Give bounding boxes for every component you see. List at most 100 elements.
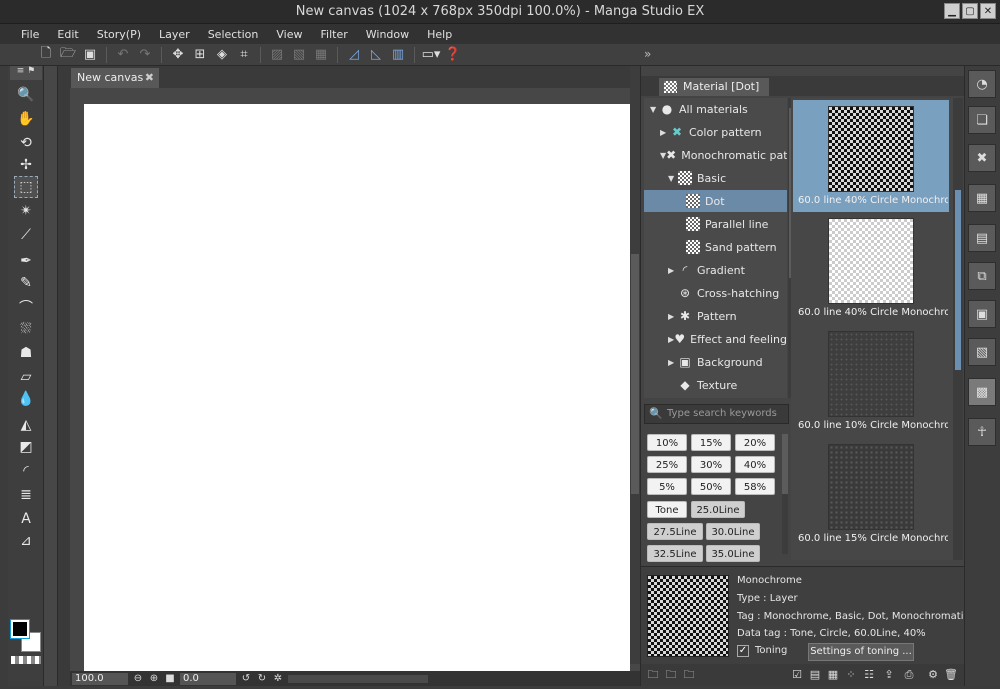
- settings-icon[interactable]: ⚙: [925, 667, 941, 683]
- tree-item-cross-hatching[interactable]: ⊛ Cross-hatching: [644, 282, 787, 304]
- new-icon[interactable]: 🗋: [36, 46, 56, 64]
- material-search-input[interactable]: Type search keywords: [644, 404, 789, 424]
- tag-button[interactable]: 25%: [647, 456, 687, 473]
- settings-of-toning-button[interactable]: Settings of toning ...: [808, 643, 914, 661]
- rotate-left-icon[interactable]: ↺: [240, 673, 252, 684]
- tag-button[interactable]: 25.0Line: [691, 501, 745, 518]
- list-view-icon[interactable]: ☷: [861, 667, 877, 683]
- frame-icon[interactable]: ≣: [14, 484, 38, 506]
- toning-checkbox[interactable]: ✓: [737, 645, 749, 657]
- hand-icon[interactable]: ✋: [14, 108, 38, 130]
- close-icon[interactable]: ✕: [980, 3, 996, 19]
- tag-button[interactable]: 35.0Line: [706, 545, 760, 562]
- canvas-vertical-scrollbar[interactable]: [630, 66, 640, 664]
- undo-icon[interactable]: ↶: [113, 46, 133, 64]
- tag-button[interactable]: 5%: [647, 478, 687, 495]
- material-item[interactable]: 60.0 line 15% Circle Monochrome: [793, 438, 949, 550]
- large-thumbnail-icon[interactable]: ▦: [825, 667, 841, 683]
- tag-button[interactable]: 15%: [691, 434, 731, 451]
- material-item[interactable]: 60.0 line 10% Circle Monochrome: [793, 325, 949, 437]
- register-material-icon[interactable]: ⇪: [881, 667, 897, 683]
- scrollbar-thumb[interactable]: [782, 434, 788, 494]
- menu-edit[interactable]: Edit: [48, 28, 87, 41]
- tag-button[interactable]: 27.5Line: [647, 523, 703, 540]
- blend-icon[interactable]: 💧: [14, 388, 38, 410]
- tree-item-monochromatic[interactable]: ▼ ✖ Monochromatic patte: [644, 144, 787, 166]
- pen-icon[interactable]: ✒: [14, 250, 38, 272]
- fit-icon[interactable]: ■: [164, 673, 176, 684]
- menu-filter[interactable]: Filter: [312, 28, 357, 41]
- folder-delete-icon[interactable]: 🗀: [681, 667, 697, 683]
- tag-button[interactable]: 20%: [735, 434, 775, 451]
- material-image-icon[interactable]: ▣: [968, 300, 996, 328]
- open-icon[interactable]: 🗁: [58, 46, 78, 64]
- angle-field[interactable]: 0.0: [180, 672, 236, 685]
- zoom-icon[interactable]: 🔍: [14, 84, 38, 106]
- material-item[interactable]: 60.0 line 40% Circle Monochrome: [793, 100, 949, 212]
- special-ruler-snap-icon[interactable]: ◺: [366, 46, 386, 64]
- gradient-icon[interactable]: ◩: [14, 436, 38, 458]
- scrollbar-thumb[interactable]: [955, 190, 961, 370]
- folder-add-icon[interactable]: 🗀: [663, 667, 679, 683]
- zoom-in-icon[interactable]: ⊕: [148, 673, 160, 684]
- material-tone-icon[interactable]: ▩: [968, 378, 996, 406]
- fill-clear-icon[interactable]: ▧: [289, 46, 309, 64]
- menu-window[interactable]: Window: [357, 28, 418, 41]
- text-icon[interactable]: A: [14, 508, 38, 530]
- scrollbar-thumb[interactable]: [631, 254, 639, 494]
- minimize-icon[interactable]: ▁: [944, 3, 960, 19]
- expand-icon[interactable]: ▶: [668, 312, 678, 321]
- material-item[interactable]: 60.0 line 40% Circle Monochrome: [793, 212, 949, 324]
- redo-icon[interactable]: ↷: [135, 46, 155, 64]
- fill-icon[interactable]: ◈: [212, 46, 232, 64]
- menu-view[interactable]: View: [267, 28, 311, 41]
- folder-icon[interactable]: 🗀: [645, 667, 661, 683]
- maximize-icon[interactable]: ▢: [962, 3, 978, 19]
- help-icon[interactable]: ❓: [443, 46, 463, 64]
- expand-icon[interactable]: ▶: [668, 358, 678, 367]
- tree-item-effect[interactable]: ▶ ♥ Effect and feeling: [644, 328, 787, 350]
- transparent-color-swatch[interactable]: [11, 656, 41, 664]
- tag-button[interactable]: 30%: [691, 456, 731, 473]
- paste-material-icon[interactable]: ☑: [789, 667, 805, 683]
- tree-item-gradient[interactable]: ▶ ◜ Gradient: [644, 259, 787, 281]
- transform-center-icon[interactable]: ⊞: [190, 46, 210, 64]
- material-pose-icon[interactable]: ☥: [968, 418, 996, 446]
- clear-icon[interactable]: ▨: [267, 46, 287, 64]
- airbrush-icon[interactable]: ⛆: [14, 318, 38, 340]
- magic-wand-icon[interactable]: ✴: [14, 200, 38, 222]
- tree-item-sand-pattern[interactable]: Sand pattern: [644, 236, 787, 258]
- brush-icon[interactable]: ⌒: [14, 296, 38, 318]
- tag-button[interactable]: 30.0Line: [706, 523, 760, 540]
- material-manga-icon[interactable]: ▧: [968, 338, 996, 366]
- balloon-icon[interactable]: ⊿: [14, 530, 38, 552]
- expand-icon[interactable]: ▶: [660, 128, 670, 137]
- canvas-view[interactable]: [70, 88, 630, 672]
- transform-icon[interactable]: ✥: [168, 46, 188, 64]
- tree-item-pattern[interactable]: ▶ ✱ Pattern: [644, 305, 787, 327]
- save-icon[interactable]: ▣: [80, 46, 100, 64]
- material-color-icon[interactable]: ❏: [968, 106, 996, 134]
- tree-item-parallel-line[interactable]: Parallel line: [644, 213, 787, 235]
- ruler-snap-icon[interactable]: ◿: [344, 46, 364, 64]
- main-color-swatch[interactable]: [10, 619, 30, 639]
- zoom-field[interactable]: 100.0: [72, 672, 128, 685]
- tag-button[interactable]: Tone: [647, 501, 687, 518]
- document-tab[interactable]: New canvas ✖: [71, 68, 159, 88]
- export-icon[interactable]: ⎙: [901, 667, 917, 683]
- tool-palette-menu-icon[interactable]: ≡ ⚑: [10, 66, 42, 80]
- canvas-horizontal-scrollbar[interactable]: [288, 674, 428, 683]
- canvas-paper[interactable]: [84, 104, 630, 672]
- tree-item-texture[interactable]: ◆ Texture: [644, 374, 787, 396]
- tag-scrollbar[interactable]: [782, 434, 788, 554]
- tree-item-background[interactable]: ▶ ▣ Background: [644, 351, 787, 373]
- thumbnail-scrollbar[interactable]: [953, 98, 963, 560]
- tag-button[interactable]: 10%: [647, 434, 687, 451]
- material-layer-icon[interactable]: ▤: [968, 224, 996, 252]
- eyedropper-icon[interactable]: ⟋: [14, 224, 38, 246]
- menu-layer[interactable]: Layer: [150, 28, 199, 41]
- reset-rotation-icon[interactable]: ✲: [272, 673, 284, 684]
- small-thumbnail-icon[interactable]: ⁘: [843, 667, 859, 683]
- move-icon[interactable]: ✢: [14, 154, 38, 176]
- select-all-icon[interactable]: ▦: [311, 46, 331, 64]
